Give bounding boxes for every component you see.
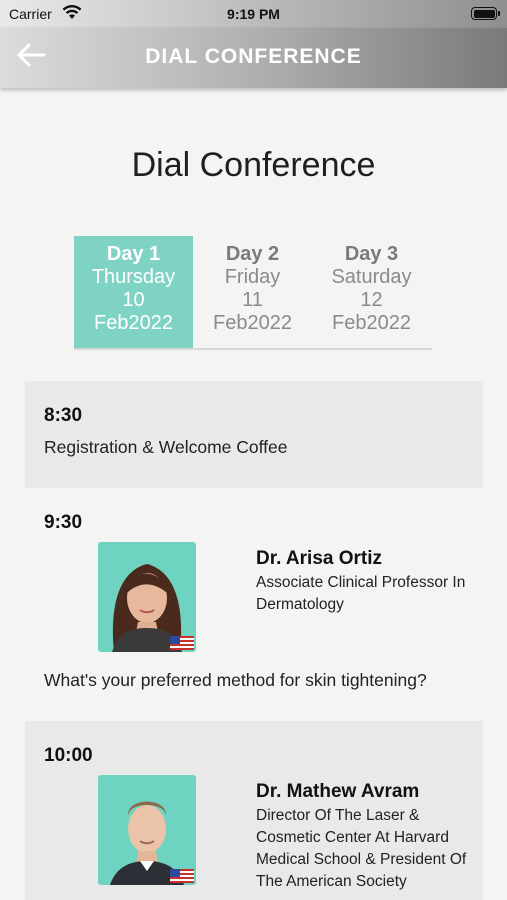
session-row[interactable]: 10:00 Dr. Mathew Avram Director Of The L… xyxy=(25,721,483,900)
tab-month: Feb2022 xyxy=(332,312,411,334)
tab-day-2[interactable]: Day 2 Friday 11 Feb2022 xyxy=(193,236,312,348)
session-time: 10:00 xyxy=(44,745,93,766)
session-title: Registration & Welcome Coffee xyxy=(44,437,288,457)
us-flag-icon xyxy=(170,636,194,650)
speaker-name: Dr. Arisa Ortiz xyxy=(256,548,383,569)
session-time: 8:30 xyxy=(44,405,83,426)
tab-day-3[interactable]: Day 3 Saturday 12 Feb2022 xyxy=(312,236,431,348)
status-bar: Carrier 9:19 PM xyxy=(0,0,507,28)
nav-bar: DIAL CONFERENCE xyxy=(0,28,507,88)
tab-weekday: Thursday xyxy=(91,266,176,288)
speaker-role: Director Of The Laser & Cosmetic Center … xyxy=(256,807,467,890)
session-row[interactable]: 9:30 Dr. Arisa Ortiz Associate Clinical … xyxy=(25,488,483,720)
session-row[interactable]: 8:30 Registration & Welcome Coffee xyxy=(25,381,483,488)
session-time: 9:30 xyxy=(44,512,83,533)
tab-date: 10 xyxy=(122,289,145,311)
page-title: Dial Conference xyxy=(131,146,376,184)
tab-day-label: Day 1 xyxy=(106,243,161,265)
day-tabs: Day 1 Thursday 10 Feb2022 Day 2 Friday 1… xyxy=(74,236,432,350)
tab-month: Feb2022 xyxy=(213,312,292,334)
tab-day-label: Day 2 xyxy=(225,243,280,265)
tab-month: Feb2022 xyxy=(94,312,173,334)
tab-date: 11 xyxy=(242,289,263,311)
session-question: What's your preferred method for skin ti… xyxy=(44,670,427,690)
speaker-role: Associate Clinical Professor In Dermatol… xyxy=(256,574,466,613)
tab-day-1[interactable]: Day 1 Thursday 10 Feb2022 xyxy=(74,236,193,348)
tab-day-label: Day 3 xyxy=(344,243,399,265)
status-time: 9:19 PM xyxy=(227,6,280,22)
tab-weekday: Saturday xyxy=(331,266,412,288)
speaker-photo[interactable] xyxy=(98,542,196,652)
us-flag-icon xyxy=(170,869,194,883)
tab-date: 12 xyxy=(360,289,383,311)
tab-weekday: Friday xyxy=(224,266,281,288)
nav-title: DIAL CONFERENCE xyxy=(145,45,362,68)
speaker-photo[interactable] xyxy=(98,775,196,885)
battery-icon xyxy=(471,7,500,20)
speaker-name: Dr. Mathew Avram xyxy=(256,781,420,802)
